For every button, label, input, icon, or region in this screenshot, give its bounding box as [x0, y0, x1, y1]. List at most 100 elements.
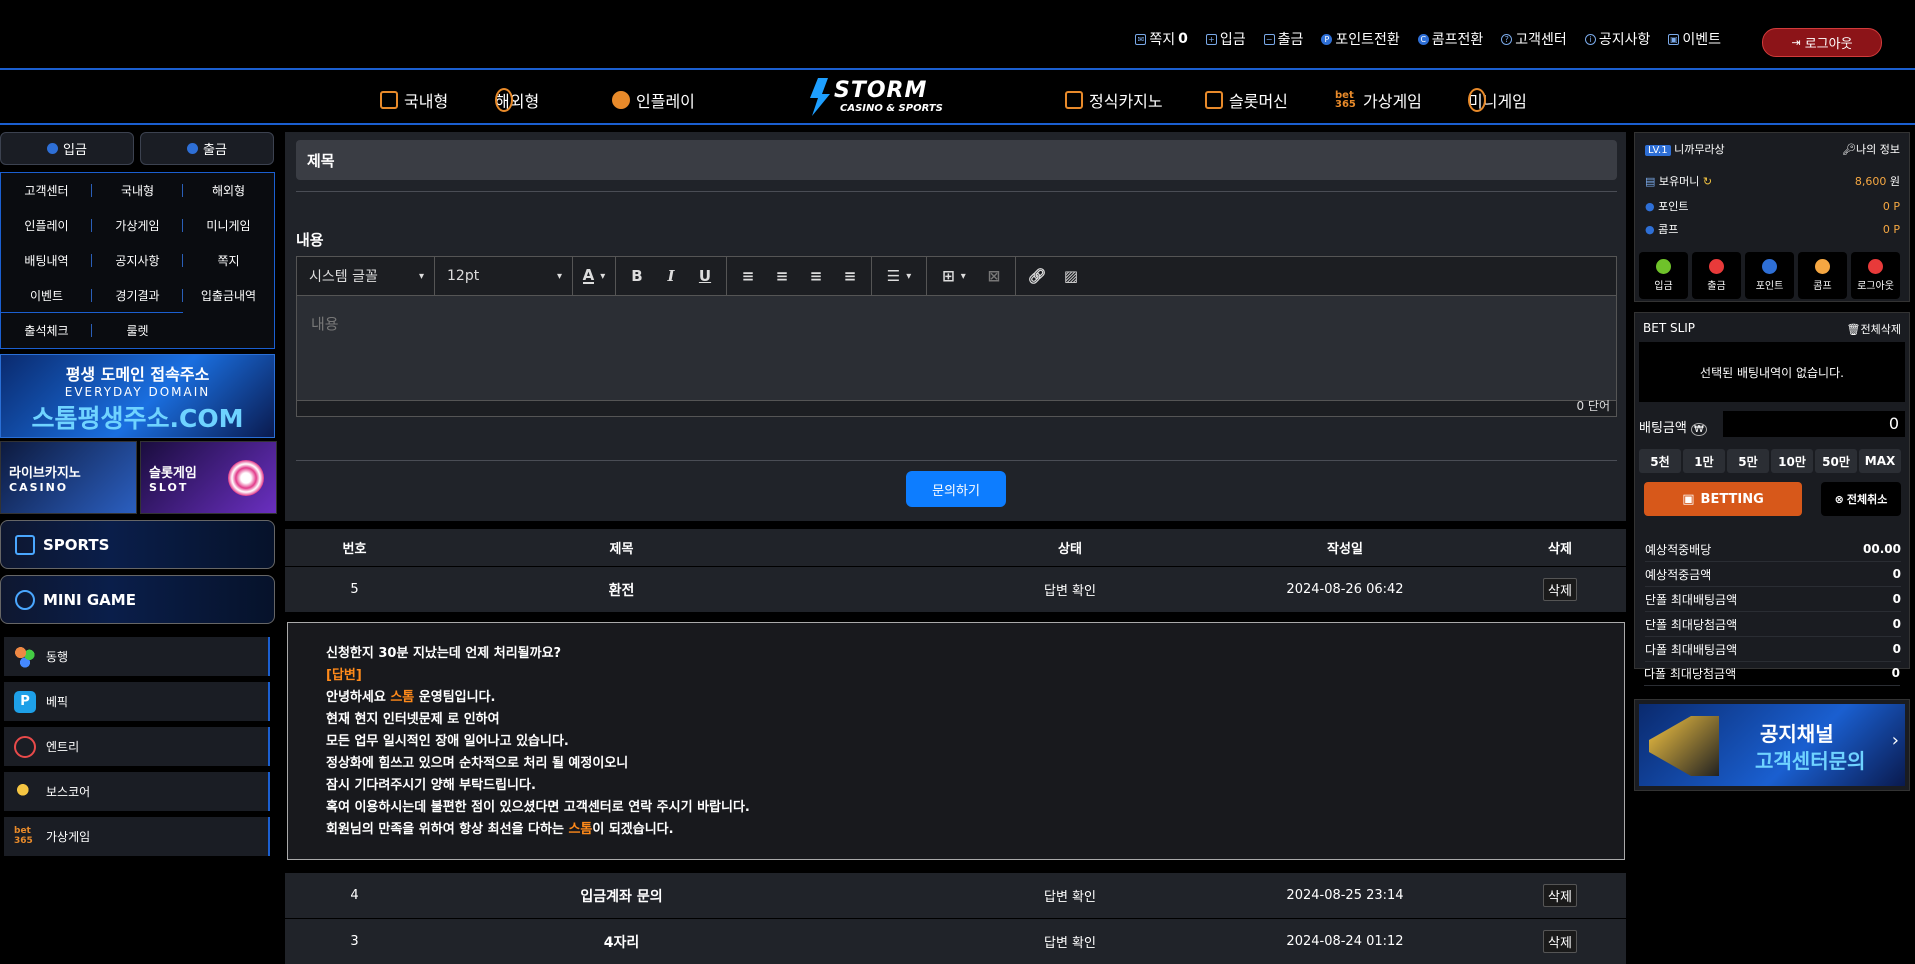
table-row[interactable]: 3 4자리 답변 확인 2024-08-24 01:12 삭제 — [285, 919, 1626, 964]
grid-results[interactable]: 경기결과 — [92, 278, 183, 313]
bold-button[interactable]: B — [620, 257, 654, 296]
betting-button[interactable]: ▣ BETTING — [1644, 482, 1802, 516]
grid-domestic[interactable]: 국내형 — [92, 173, 183, 208]
entry-icon — [14, 735, 36, 758]
main-nav: 국내형 해외형 인플레이 STORM CASINO & SPORTS 정식카지노… — [0, 72, 1915, 125]
font-size-select[interactable]: 12pt ▾ — [435, 256, 573, 296]
nav-slot[interactable]: 슬롯머신 — [1205, 88, 1288, 112]
clear-format-button[interactable]: ⊠ — [977, 257, 1011, 296]
grid-notice[interactable]: 공지사항 — [92, 243, 183, 278]
account-withdraw-button[interactable]: 출금 — [1692, 252, 1741, 299]
preset-5k[interactable]: 5천 — [1639, 449, 1681, 473]
notice-channel-banner[interactable]: 공지채널 고객센터문의 › — [1634, 699, 1910, 791]
site-donghaeng[interactable]: 동행 — [4, 637, 270, 676]
grid-virtual[interactable]: 가상게임 — [92, 208, 183, 243]
italic-button[interactable]: I — [654, 257, 688, 296]
sidebar-withdraw-button[interactable]: 출금 — [140, 132, 274, 165]
account-logout-button[interactable]: 로그아웃 — [1851, 252, 1900, 299]
mail-icon: ✉ — [1135, 33, 1147, 45]
preset-50k[interactable]: 5만 — [1727, 449, 1769, 473]
grid-messages[interactable]: 쪽지 — [183, 243, 274, 278]
list-button[interactable]: ☰ ▾ — [876, 257, 922, 296]
image-button[interactable]: ▨ — [1054, 257, 1088, 296]
lollipop-icon — [228, 460, 264, 496]
grid-event[interactable]: 이벤트 — [1, 278, 92, 313]
delete-button[interactable]: 삭제 — [1543, 930, 1577, 953]
align-justify-button[interactable]: ≡ — [731, 257, 765, 296]
word-count: 0 단어 — [1576, 399, 1610, 413]
my-info-link[interactable]: 🔑︎나의 정보 — [1842, 141, 1900, 157]
domain-banner[interactable]: 평생 도메인 접속주소 EVERYDAY DOMAIN 스톰평생주소.COM — [0, 354, 275, 438]
nav-inplay[interactable]: 인플레이 — [612, 88, 695, 112]
nav-minigame[interactable]: 미니게임 — [1468, 88, 1527, 112]
site-virtual[interactable]: bet 365 가상게임 — [4, 817, 270, 856]
table-button[interactable]: ⊞ ▾ — [931, 257, 977, 296]
account-comp-button[interactable]: 콤프 — [1798, 252, 1847, 299]
topnav-point-convert[interactable]: P 포인트전환 — [1321, 29, 1400, 49]
preset-10k[interactable]: 1만 — [1683, 449, 1725, 473]
logout-button[interactable]: ⇥ 로그아웃 — [1762, 28, 1882, 57]
refresh-icon[interactable]: ↻ — [1703, 175, 1712, 188]
site-bepick[interactable]: P 베픽 — [4, 682, 270, 721]
align-left-icon: ≡ — [775, 267, 789, 285]
topnav-comp-convert[interactable]: C 콤프전환 — [1417, 29, 1483, 49]
nav-casino[interactable]: 정식카지노 — [1065, 88, 1163, 112]
grid-minigame[interactable]: 미니게임 — [183, 208, 274, 243]
grid-roulette[interactable]: 룰렛 — [92, 313, 183, 348]
logout-icon: ⇥ — [1791, 36, 1801, 49]
account-deposit-button[interactable]: 입금 — [1639, 252, 1688, 299]
live-casino-banner[interactable]: 라이브카지노 CASINO — [0, 441, 137, 514]
chevron-down-icon: ▾ — [418, 270, 424, 282]
account-panel: LV.1 니까무라상 🔑︎나의 정보 ▤ 보유머니 ↻ 8,600 원 ● 포인… — [1634, 132, 1910, 302]
align-left-button[interactable]: ≡ — [765, 257, 799, 296]
preset-500k[interactable]: 50만 — [1815, 449, 1857, 473]
slot-game-banner[interactable]: 슬롯게임 SLOT — [140, 441, 277, 514]
align-center-button[interactable]: ≡ — [799, 257, 833, 296]
bet365-icon: bet 365 — [14, 825, 33, 846]
underline-button[interactable]: U — [688, 257, 722, 296]
text-color-button[interactable]: A ▾ — [577, 257, 611, 296]
submit-inquiry-button[interactable]: 문의하기 — [906, 471, 1006, 507]
nav-domestic[interactable]: 국내형 — [380, 88, 448, 112]
topnav-notice[interactable]: i 공지사항 — [1584, 29, 1650, 49]
clear-all-button[interactable]: 🗑︎전체삭제 — [1847, 321, 1901, 337]
grid-bet-history[interactable]: 배팅내역 — [1, 243, 92, 278]
topnav-messages[interactable]: ✉ 쪽지 0 — [1135, 29, 1188, 49]
bet-amount-input[interactable]: 0 — [1723, 411, 1905, 437]
editor-statusbar — [297, 400, 1616, 416]
table-row[interactable]: 5 환전 답변 확인 2024-08-26 06:42 삭제 — [285, 567, 1626, 612]
preset-100k[interactable]: 10만 — [1771, 449, 1813, 473]
grid-support[interactable]: 고객센터 — [1, 173, 92, 208]
site-boscore[interactable]: 보스코어 — [4, 772, 270, 811]
title-input[interactable]: 제목 — [296, 140, 1617, 180]
topnav-withdraw[interactable]: − 출금 — [1263, 29, 1303, 49]
link-button[interactable]: 🔗︎ — [1020, 257, 1054, 296]
storm-logo[interactable]: STORM CASINO & SPORTS — [806, 76, 948, 118]
sidebar-deposit-button[interactable]: 입금 — [0, 132, 134, 165]
grid-attendance[interactable]: 출석체크 — [1, 313, 92, 348]
topnav-support[interactable]: ? 고객센터 — [1501, 29, 1567, 49]
plus-circle-icon — [1656, 259, 1671, 274]
site-entry[interactable]: 엔트리 — [4, 727, 270, 766]
align-right-button[interactable]: ≡ — [833, 257, 867, 296]
grid-inplay[interactable]: 인플레이 — [1, 208, 92, 243]
grid-transactions[interactable]: 입출금내역 — [183, 278, 274, 313]
editor-content-area[interactable]: 내용 — [311, 313, 339, 334]
grid-overseas[interactable]: 해외형 — [183, 173, 274, 208]
table-row[interactable]: 4 입금계좌 문의 답변 확인 2024-08-25 23:14 삭제 — [285, 873, 1626, 918]
won-icon: ₩ — [1690, 423, 1707, 436]
topnav-deposit[interactable]: + 입금 — [1205, 29, 1246, 49]
preset-max[interactable]: MAX — [1859, 449, 1901, 473]
topnav-event[interactable]: ▣ 이벤트 — [1668, 29, 1721, 49]
nav-overseas[interactable]: 해외형 — [495, 88, 539, 112]
account-point-button[interactable]: 포인트 — [1745, 252, 1794, 299]
underline-icon: U — [698, 267, 712, 285]
delete-button[interactable]: 삭제 — [1543, 578, 1577, 601]
cancel-all-button[interactable]: ⊗ 전체취소 — [1821, 482, 1901, 516]
minigame-button[interactable]: MINI GAME — [0, 575, 275, 624]
trash-icon: 🗑︎ — [1846, 323, 1861, 336]
nav-virtual[interactable]: bet 365 가상게임 — [1335, 88, 1422, 112]
sports-button[interactable]: SPORTS — [0, 520, 275, 569]
delete-button[interactable]: 삭제 — [1543, 884, 1577, 907]
font-family-select[interactable]: 시스템 글꼴 ▾ — [297, 256, 435, 296]
